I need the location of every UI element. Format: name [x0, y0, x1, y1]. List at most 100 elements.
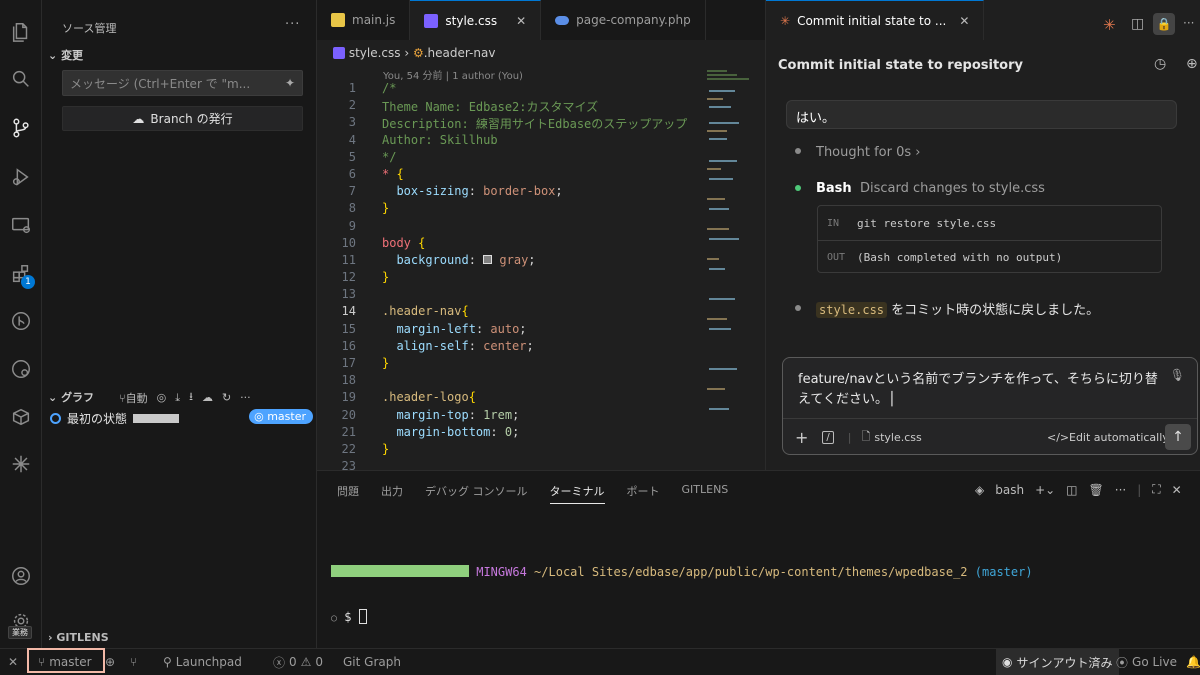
terminal-branch: (master): [974, 565, 1033, 579]
more-actions-icon[interactable]: ···: [1183, 16, 1194, 30]
timeline-dot: [795, 148, 801, 154]
graph-branch-auto-button[interactable]: ⑂自動: [119, 390, 148, 406]
slash-command-icon[interactable]: /: [822, 431, 834, 444]
publish-icon[interactable]: ⊕: [105, 649, 115, 675]
lock-icon[interactable]: 🔒: [1153, 13, 1175, 35]
gitlens-graph-icon[interactable]: ⑂: [130, 649, 137, 675]
claude-chat-panel: ✳ Commit initial state to ... ✕ ✳ ◫ 🔒 ··· …: [765, 0, 1200, 470]
refresh-icon[interactable]: ↻: [222, 391, 231, 404]
edit-mode-selector[interactable]: Edit automatically: [1069, 431, 1169, 444]
breadcrumb-file[interactable]: style.css: [349, 46, 401, 60]
signed-out-label: サインアウト済み: [1016, 655, 1113, 670]
code-editor[interactable]: style.css › ⚙.header-nav You, 54 分前 | 1 …: [317, 40, 765, 473]
gitlens-section-label: GITLENS: [56, 631, 109, 644]
tab-label: page-company.php: [576, 13, 691, 27]
signed-out-item[interactable]: ◉ サインアウト済み: [996, 649, 1119, 675]
file-icon: 🗋: [861, 430, 871, 443]
fetch-icon[interactable]: ⤓: [175, 391, 180, 405]
tab-terminal[interactable]: ターミナル: [549, 483, 605, 504]
chevron-right-icon: ›: [915, 145, 921, 160]
code-icon: </>: [1047, 431, 1070, 444]
graph-commit-row[interactable]: 最初の状態 ◎ master: [50, 409, 313, 427]
gitlens-icon[interactable]: [6, 306, 36, 336]
tab-main-js[interactable]: main.js: [317, 0, 411, 40]
commit-message: 最初の状態: [67, 411, 128, 426]
git-graph-item[interactable]: Git Graph: [343, 649, 401, 675]
minimap[interactable]: [705, 68, 757, 468]
maximize-panel-icon[interactable]: ⛶: [1152, 482, 1160, 497]
push-icon[interactable]: ☁: [202, 391, 213, 404]
trash-icon[interactable]: 🗑: [1089, 483, 1104, 497]
terminal-output[interactable]: MINGW64 ~/Local Sites/edbase/app/public/…: [331, 537, 1033, 652]
go-live-item[interactable]: ⦿ Go Live: [1116, 649, 1177, 675]
graph-more-icon[interactable]: ···: [240, 391, 251, 404]
explorer-icon[interactable]: [6, 17, 36, 47]
breadcrumb: style.css › ⚙.header-nav: [333, 46, 495, 60]
branch-highlight-box: [27, 648, 105, 673]
css-file-icon: [424, 13, 439, 28]
go-live-label: Go Live: [1132, 655, 1177, 669]
gitlens-inspect-icon[interactable]: [6, 354, 36, 384]
account-icon[interactable]: [6, 561, 36, 591]
run-debug-icon[interactable]: [6, 162, 36, 192]
graph-section-header[interactable]: ⌄ グラフ: [48, 389, 94, 405]
terminal-icon: ◈: [975, 482, 985, 497]
gitlens-blame[interactable]: You, 54 分前 | 1 author (You): [383, 67, 523, 82]
extensions-icon[interactable]: 1: [6, 259, 36, 289]
tab-claude-session[interactable]: ✳ Commit initial state to ... ✕: [766, 0, 985, 40]
chevron-down-icon: ⌄: [48, 49, 58, 62]
new-chat-icon[interactable]: ⊕: [1186, 56, 1198, 72]
notifications-bell-icon[interactable]: 🔔: [1186, 649, 1200, 675]
commit-message-input[interactable]: メッセージ (Ctrl+Enter で "m... ✦: [62, 70, 303, 96]
launchpad-item[interactable]: ⚲ Launchpad: [163, 649, 242, 675]
in-label: IN: [827, 217, 840, 229]
containers-icon[interactable]: [6, 402, 36, 432]
microphone-icon[interactable]: 🎙: [1170, 368, 1185, 382]
terminal-more-icon[interactable]: ···: [1115, 483, 1126, 497]
breadcrumb-symbol[interactable]: .header-nav: [424, 46, 496, 60]
tab-page-company-php[interactable]: page-company.php: [541, 0, 706, 40]
add-icon[interactable]: +: [795, 428, 808, 447]
source-control-icon[interactable]: [6, 113, 36, 143]
tab-debug-console[interactable]: デバッグ コンソール: [425, 483, 528, 504]
thought-row[interactable]: Thought for 0s ›: [816, 145, 921, 160]
gitlens-section-header[interactable]: › GITLENS: [48, 631, 109, 644]
tab-problems[interactable]: 問題: [337, 483, 359, 504]
remote-indicator-icon[interactable]: ✕: [8, 649, 18, 675]
claude-logo-icon[interactable]: ✳: [1103, 16, 1116, 34]
file-chip[interactable]: style.css: [816, 302, 888, 318]
tab-gitlens[interactable]: GITLENS: [682, 483, 729, 504]
close-panel-icon[interactable]: ✕: [1172, 483, 1182, 497]
publish-branch-button[interactable]: ☁ Branch の発行: [62, 106, 303, 131]
graph-auto-label: 自動: [125, 391, 148, 405]
new-terminal-icon[interactable]: +⌄: [1035, 483, 1055, 497]
remote-explorer-icon[interactable]: [6, 210, 36, 240]
tab-style-css[interactable]: style.css ✕: [410, 0, 542, 40]
history-icon[interactable]: ◷: [1154, 56, 1166, 72]
tab-output[interactable]: 出力: [381, 483, 403, 504]
terminal-shell-label[interactable]: bash: [995, 483, 1024, 497]
problems-indicator[interactable]: ⓧ 0 ⚠ 0: [273, 649, 323, 675]
close-icon[interactable]: ✕: [959, 14, 969, 28]
error-icon: ⓧ: [273, 655, 286, 670]
close-icon[interactable]: ✕: [516, 14, 526, 28]
split-editor-icon[interactable]: ◫: [1131, 16, 1144, 32]
send-button[interactable]: ↑: [1165, 424, 1191, 450]
tab-ports[interactable]: ポート: [627, 483, 660, 504]
editor-tab-bar: main.js style.css ✕ page-company.php: [317, 0, 765, 40]
more-actions-icon[interactable]: ···: [285, 17, 300, 32]
split-terminal-icon[interactable]: ◫: [1066, 483, 1077, 497]
attached-file[interactable]: style.css: [874, 431, 921, 444]
chat-input-text[interactable]: feature/navという名前でブランチを作って、そちらに切り替えてください。…: [798, 370, 1168, 410]
in-command: git restore style.css: [857, 216, 997, 230]
sparkle-icon[interactable]: ✦: [285, 76, 295, 90]
claude-icon[interactable]: [6, 449, 36, 479]
tool-name: Bash: [816, 181, 852, 196]
search-icon[interactable]: [6, 64, 36, 94]
changes-section-header[interactable]: ⌄ 変更: [48, 47, 83, 63]
graph-section-label: グラフ: [61, 391, 95, 404]
target-icon[interactable]: ◎: [157, 391, 167, 404]
chat-input-box[interactable]: feature/navという名前でブランチを作って、そちらに切り替えてください。…: [782, 357, 1198, 455]
chat-input-value: feature/navという名前でブランチを作って、そちらに切り替えてください。: [798, 372, 1158, 407]
pull-icon[interactable]: ⭳: [189, 388, 193, 407]
